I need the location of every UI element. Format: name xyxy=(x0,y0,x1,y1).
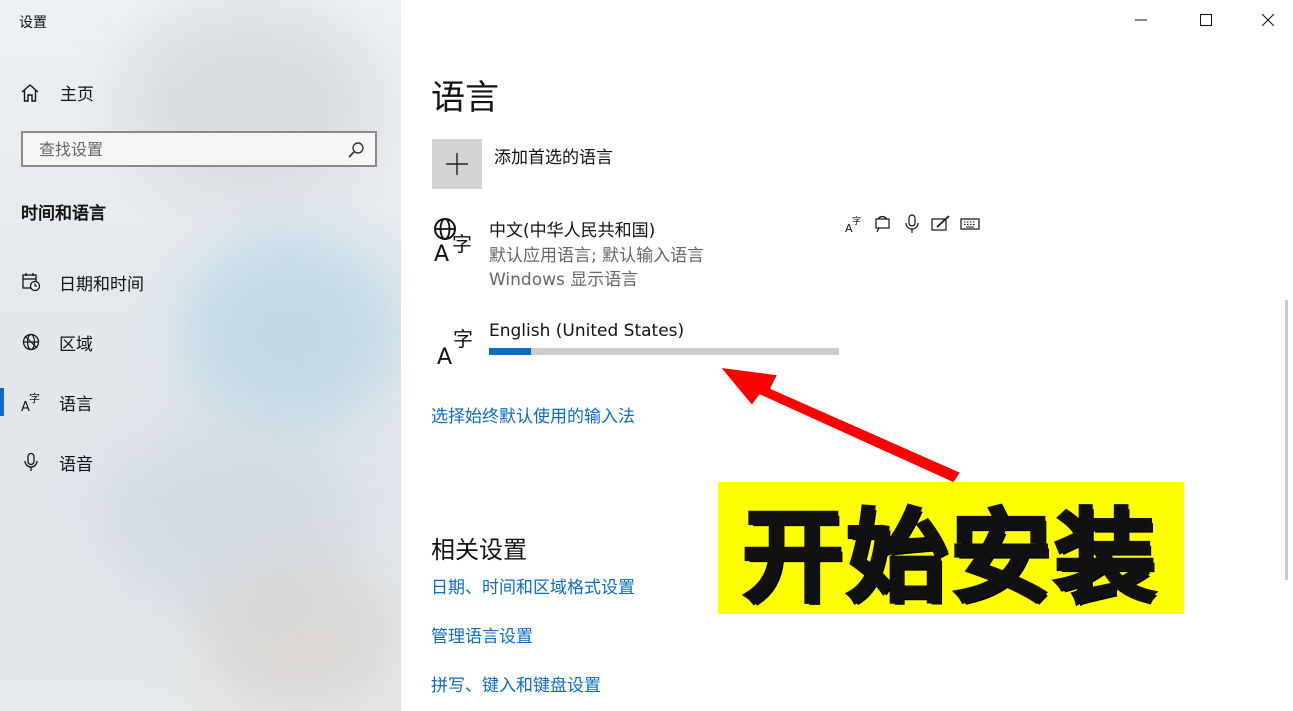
globe-region-icon xyxy=(20,331,42,353)
search-input[interactable] xyxy=(37,138,351,160)
window-title: 设置 xyxy=(19,15,47,31)
sidebar-item-label: 区域 xyxy=(59,334,93,355)
microphone-icon xyxy=(902,214,922,234)
svg-text:字: 字 xyxy=(453,327,473,351)
sidebar-item-date-time[interactable]: 日期和时间 xyxy=(0,260,401,304)
minimize-button[interactable] xyxy=(1116,0,1166,40)
section-header: 时间和语言 xyxy=(21,204,106,224)
home-button[interactable]: 主页 xyxy=(20,80,94,105)
settings-window: 设置 主页 时间和语言 xyxy=(0,0,1293,711)
microphone-icon xyxy=(20,451,42,473)
related-link-date-region-format[interactable]: 日期、时间和区域格式设置 xyxy=(431,573,635,598)
home-icon xyxy=(21,83,39,102)
language-display-icon: A 字 xyxy=(434,218,472,263)
minimize-icon xyxy=(1135,19,1147,21)
related-settings-title: 相关设置 xyxy=(431,536,527,564)
search-icon[interactable] xyxy=(347,141,365,159)
annotation-banner-text: 开始安装 xyxy=(741,497,1159,618)
svg-text:字: 字 xyxy=(852,215,861,227)
language-icon: A 字 xyxy=(20,391,42,413)
sidebar-item-label: 语言 xyxy=(59,394,93,415)
install-progress-bar xyxy=(489,348,839,355)
scrollbar[interactable] xyxy=(1285,300,1288,580)
language-name: English (United States) xyxy=(489,321,685,341)
plus-icon xyxy=(446,153,468,175)
sidebar-item-language[interactable]: A 字 语言 xyxy=(0,380,401,424)
svg-text:字: 字 xyxy=(29,391,40,405)
language-detail: Windows 显示语言 xyxy=(489,270,639,290)
sidebar-item-speech[interactable]: 语音 xyxy=(0,440,401,484)
input-method-link[interactable]: 选择始终默认使用的输入法 xyxy=(431,402,635,427)
svg-text:A: A xyxy=(434,242,449,263)
keyboard-icon xyxy=(960,214,980,234)
close-button[interactable] xyxy=(1243,0,1293,40)
maximize-button[interactable] xyxy=(1181,0,1231,40)
sidebar-item-label: 语音 xyxy=(59,454,93,475)
add-language-label[interactable]: 添加首选的语言 xyxy=(494,143,613,168)
sidebar: 设置 主页 时间和语言 xyxy=(0,0,401,711)
maximize-icon xyxy=(1200,14,1212,26)
language-icon: A 字 xyxy=(437,327,473,370)
related-link-spelling-typing-keyboard[interactable]: 拼写、键入和键盘设置 xyxy=(431,671,601,696)
annotation-banner: 开始安装 xyxy=(718,482,1184,618)
svg-text:字: 字 xyxy=(452,232,472,256)
language-name: 中文(中华人民共和国) xyxy=(489,221,656,241)
home-label: 主页 xyxy=(60,85,94,105)
language-feature-icons: A字 xyxy=(844,214,980,234)
sidebar-item-label: 日期和时间 xyxy=(59,274,144,295)
language-detail: 默认应用语言; 默认输入语言 xyxy=(489,246,705,266)
speech-recognition-icon xyxy=(873,214,893,234)
close-icon xyxy=(1262,14,1274,26)
search-box[interactable] xyxy=(21,131,377,167)
related-link-manage-language[interactable]: 管理语言设置 xyxy=(431,622,533,647)
handwriting-icon xyxy=(931,214,951,234)
sidebar-item-region[interactable]: 区域 xyxy=(0,320,401,364)
svg-text:A: A xyxy=(437,345,452,370)
page-title: 语言 xyxy=(431,78,499,118)
add-language-button[interactable] xyxy=(432,139,482,189)
calendar-clock-icon xyxy=(20,271,42,293)
install-progress-fill xyxy=(489,348,531,355)
display-language-icon: A字 xyxy=(844,214,864,234)
